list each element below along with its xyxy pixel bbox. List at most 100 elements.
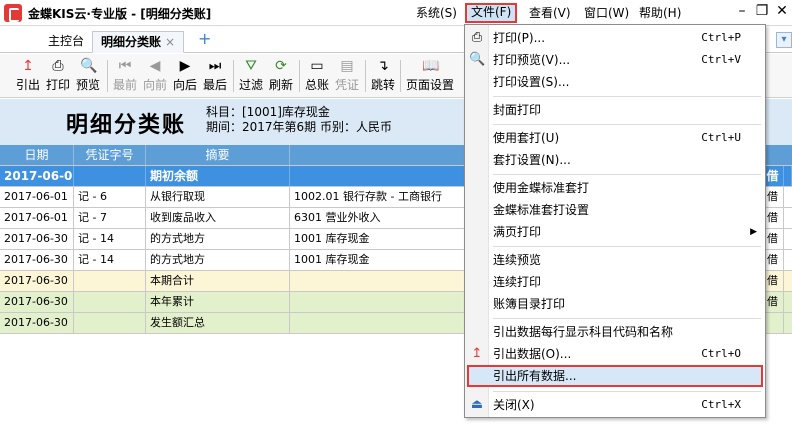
export-icon: ↥ <box>22 58 34 74</box>
menu-item-label: 引出数据(O)... <box>493 347 572 361</box>
menu-item-shortcut: Ctrl+P <box>701 31 741 44</box>
refresh-label: 刷新 <box>268 78 293 92</box>
menu-separator <box>493 318 761 319</box>
menu-item-ledger-catalog-print[interactable]: 账簿目录打印 <box>465 293 765 315</box>
next-button[interactable]: ▶ 向后 <box>171 56 199 96</box>
cell-summary: 的方式地方 <box>146 250 290 270</box>
title-bar: 金蝶KIS云·专业版 - [明细分类账] 系统(S) 文件(F) 查看(V) 窗… <box>0 0 792 26</box>
menu-item-label: 账簿目录打印 <box>493 297 566 311</box>
cell-voucher: 记 - 14 <box>74 250 146 270</box>
print-button[interactable]: ⎙ 打印 <box>44 56 72 96</box>
page-setup-button[interactable]: 📖 页面设置 <box>404 56 456 96</box>
menu-item-export-with-account-code[interactable]: 引出数据每行显示科目代码和名称 <box>465 321 765 343</box>
refresh-icon: ⟳ <box>275 58 287 74</box>
menu-item-label: 满页打印 <box>493 225 542 239</box>
last-button[interactable]: ⏭ 最后 <box>201 56 229 96</box>
preview-button[interactable]: 🔍 预览 <box>74 56 102 96</box>
filter-label: 过滤 <box>238 78 263 92</box>
tab-ledger[interactable]: 明细分类账 × <box>92 31 185 53</box>
menu-item-label: 引出所有数据... <box>493 369 577 383</box>
cell-voucher <box>74 292 146 312</box>
menu-view[interactable]: 查看(V) <box>527 4 573 22</box>
cell-date: 2017-06-30 <box>0 229 74 249</box>
cell-counter <box>290 313 466 333</box>
voucher-icon: ▤ <box>340 58 354 74</box>
export-icon: ↥ <box>471 346 483 361</box>
menu-item-label: 关闭(X) <box>493 398 535 412</box>
first-label: 最前 <box>112 78 137 92</box>
menu-item-shortcut: Ctrl+O <box>701 347 741 360</box>
minimize-icon[interactable]: – <box>732 3 752 19</box>
cell-date: 2017-06-30 <box>0 292 74 312</box>
export-label: 引出 <box>15 78 40 92</box>
menu-item-print[interactable]: ⎙ 打印(P)... Ctrl+P <box>465 27 765 49</box>
cell-date: 2017-06-01 <box>0 166 74 186</box>
menu-item-close[interactable]: ⏏ 关闭(X) Ctrl+X <box>465 394 765 416</box>
next-icon: ▶ <box>179 58 191 74</box>
prev-icon: ◀ <box>149 58 161 74</box>
menu-item-template-settings[interactable]: 套打设置(N)... <box>465 149 765 171</box>
cell-date: 2017-06-01 <box>0 208 74 228</box>
menu-help[interactable]: 帮助(H) <box>637 4 683 22</box>
menu-item-export-all-data[interactable]: 引出所有数据... <box>467 365 763 387</box>
toolbar-divider <box>365 60 366 92</box>
column-header-voucher[interactable]: 凭证字号 <box>74 145 146 165</box>
menu-system[interactable]: 系统(S) <box>414 4 459 22</box>
cell-summary: 本年累计 <box>146 292 290 312</box>
refresh-button[interactable]: ⟳ 刷新 <box>267 56 295 96</box>
menu-file[interactable]: 文件(F) <box>465 3 518 23</box>
first-button[interactable]: ⏮ 最前 <box>111 56 139 96</box>
tab-overflow-icon[interactable]: ▾ <box>776 32 792 48</box>
menu-separator <box>493 124 761 125</box>
cell-voucher <box>74 271 146 291</box>
cell-summary: 期初余额 <box>146 166 290 186</box>
close-icon[interactable]: ✕ <box>772 3 792 19</box>
voucher-button[interactable]: ▤ 凭证 <box>333 56 361 96</box>
general-ledger-label: 总账 <box>304 78 329 92</box>
menu-item-print-settings[interactable]: 打印设置(S)... <box>465 71 765 93</box>
cell-voucher <box>74 166 146 186</box>
window-controls: – ❐ ✕ <box>732 3 792 19</box>
cell-counter <box>290 271 466 291</box>
menu-item-continuous-preview[interactable]: 连续预览 <box>465 249 765 271</box>
general-ledger-button[interactable]: ▭ 总账 <box>303 56 331 96</box>
menu-item-label: 封面打印 <box>493 103 542 117</box>
page-setup-label: 页面设置 <box>405 78 454 92</box>
menu-item-kingdee-template[interactable]: 使用金蝶标准套打 <box>465 177 765 199</box>
toolbar-divider <box>400 60 401 92</box>
restore-icon[interactable]: ❐ <box>752 3 772 19</box>
cell-date: 2017-06-30 <box>0 271 74 291</box>
jump-label: 跳转 <box>370 78 395 92</box>
column-header-summary[interactable]: 摘要 <box>146 145 290 165</box>
menu-item-kingdee-template-settings[interactable]: 金蝶标准套打设置 <box>465 199 765 221</box>
filter-button[interactable]: ⛛ 过滤 <box>237 56 265 96</box>
cell-summary: 发生额汇总 <box>146 313 290 333</box>
menu-item-continuous-print[interactable]: 连续打印 <box>465 271 765 293</box>
toolbar-divider <box>107 60 108 92</box>
menu-item-use-template-print[interactable]: 使用套打(U) Ctrl+U <box>465 127 765 149</box>
filter-icon: ⛛ <box>245 58 257 74</box>
cell-voucher <box>74 313 146 333</box>
menu-item-print-preview[interactable]: 🔍 打印预览(V)... Ctrl+V <box>465 49 765 71</box>
cell-voucher: 记 - 7 <box>74 208 146 228</box>
tab-close-icon[interactable]: × <box>165 35 175 49</box>
column-header-date[interactable]: 日期 <box>0 145 74 165</box>
menu-item-export-data[interactable]: ↥ 引出数据(O)... Ctrl+O <box>465 343 765 365</box>
menu-item-full-page-print[interactable]: 满页打印 ▶ <box>465 221 765 243</box>
menu-item-label: 连续预览 <box>493 253 542 267</box>
cell-summary: 收到废品收入 <box>146 208 290 228</box>
jump-button[interactable]: ↴ 跳转 <box>369 56 397 96</box>
menu-item-shortcut: Ctrl+V <box>701 53 741 66</box>
menu-window[interactable]: 窗口(W) <box>582 4 631 22</box>
voucher-label: 凭证 <box>334 78 359 92</box>
report-title: 明细分类账 <box>66 112 187 138</box>
prev-button[interactable]: ◀ 向前 <box>141 56 169 96</box>
export-button[interactable]: ↥ 引出 <box>14 56 42 96</box>
cell-counter: 1001 库存现金 <box>290 250 466 270</box>
tab-home[interactable]: 主控台 <box>40 31 92 53</box>
next-label: 向后 <box>172 78 197 92</box>
menu-item-cover-print[interactable]: 封面打印 <box>465 99 765 121</box>
add-tab-icon[interactable]: + <box>198 31 214 47</box>
ledger-icon: ▭ <box>310 58 324 74</box>
menu-separator <box>493 246 761 247</box>
